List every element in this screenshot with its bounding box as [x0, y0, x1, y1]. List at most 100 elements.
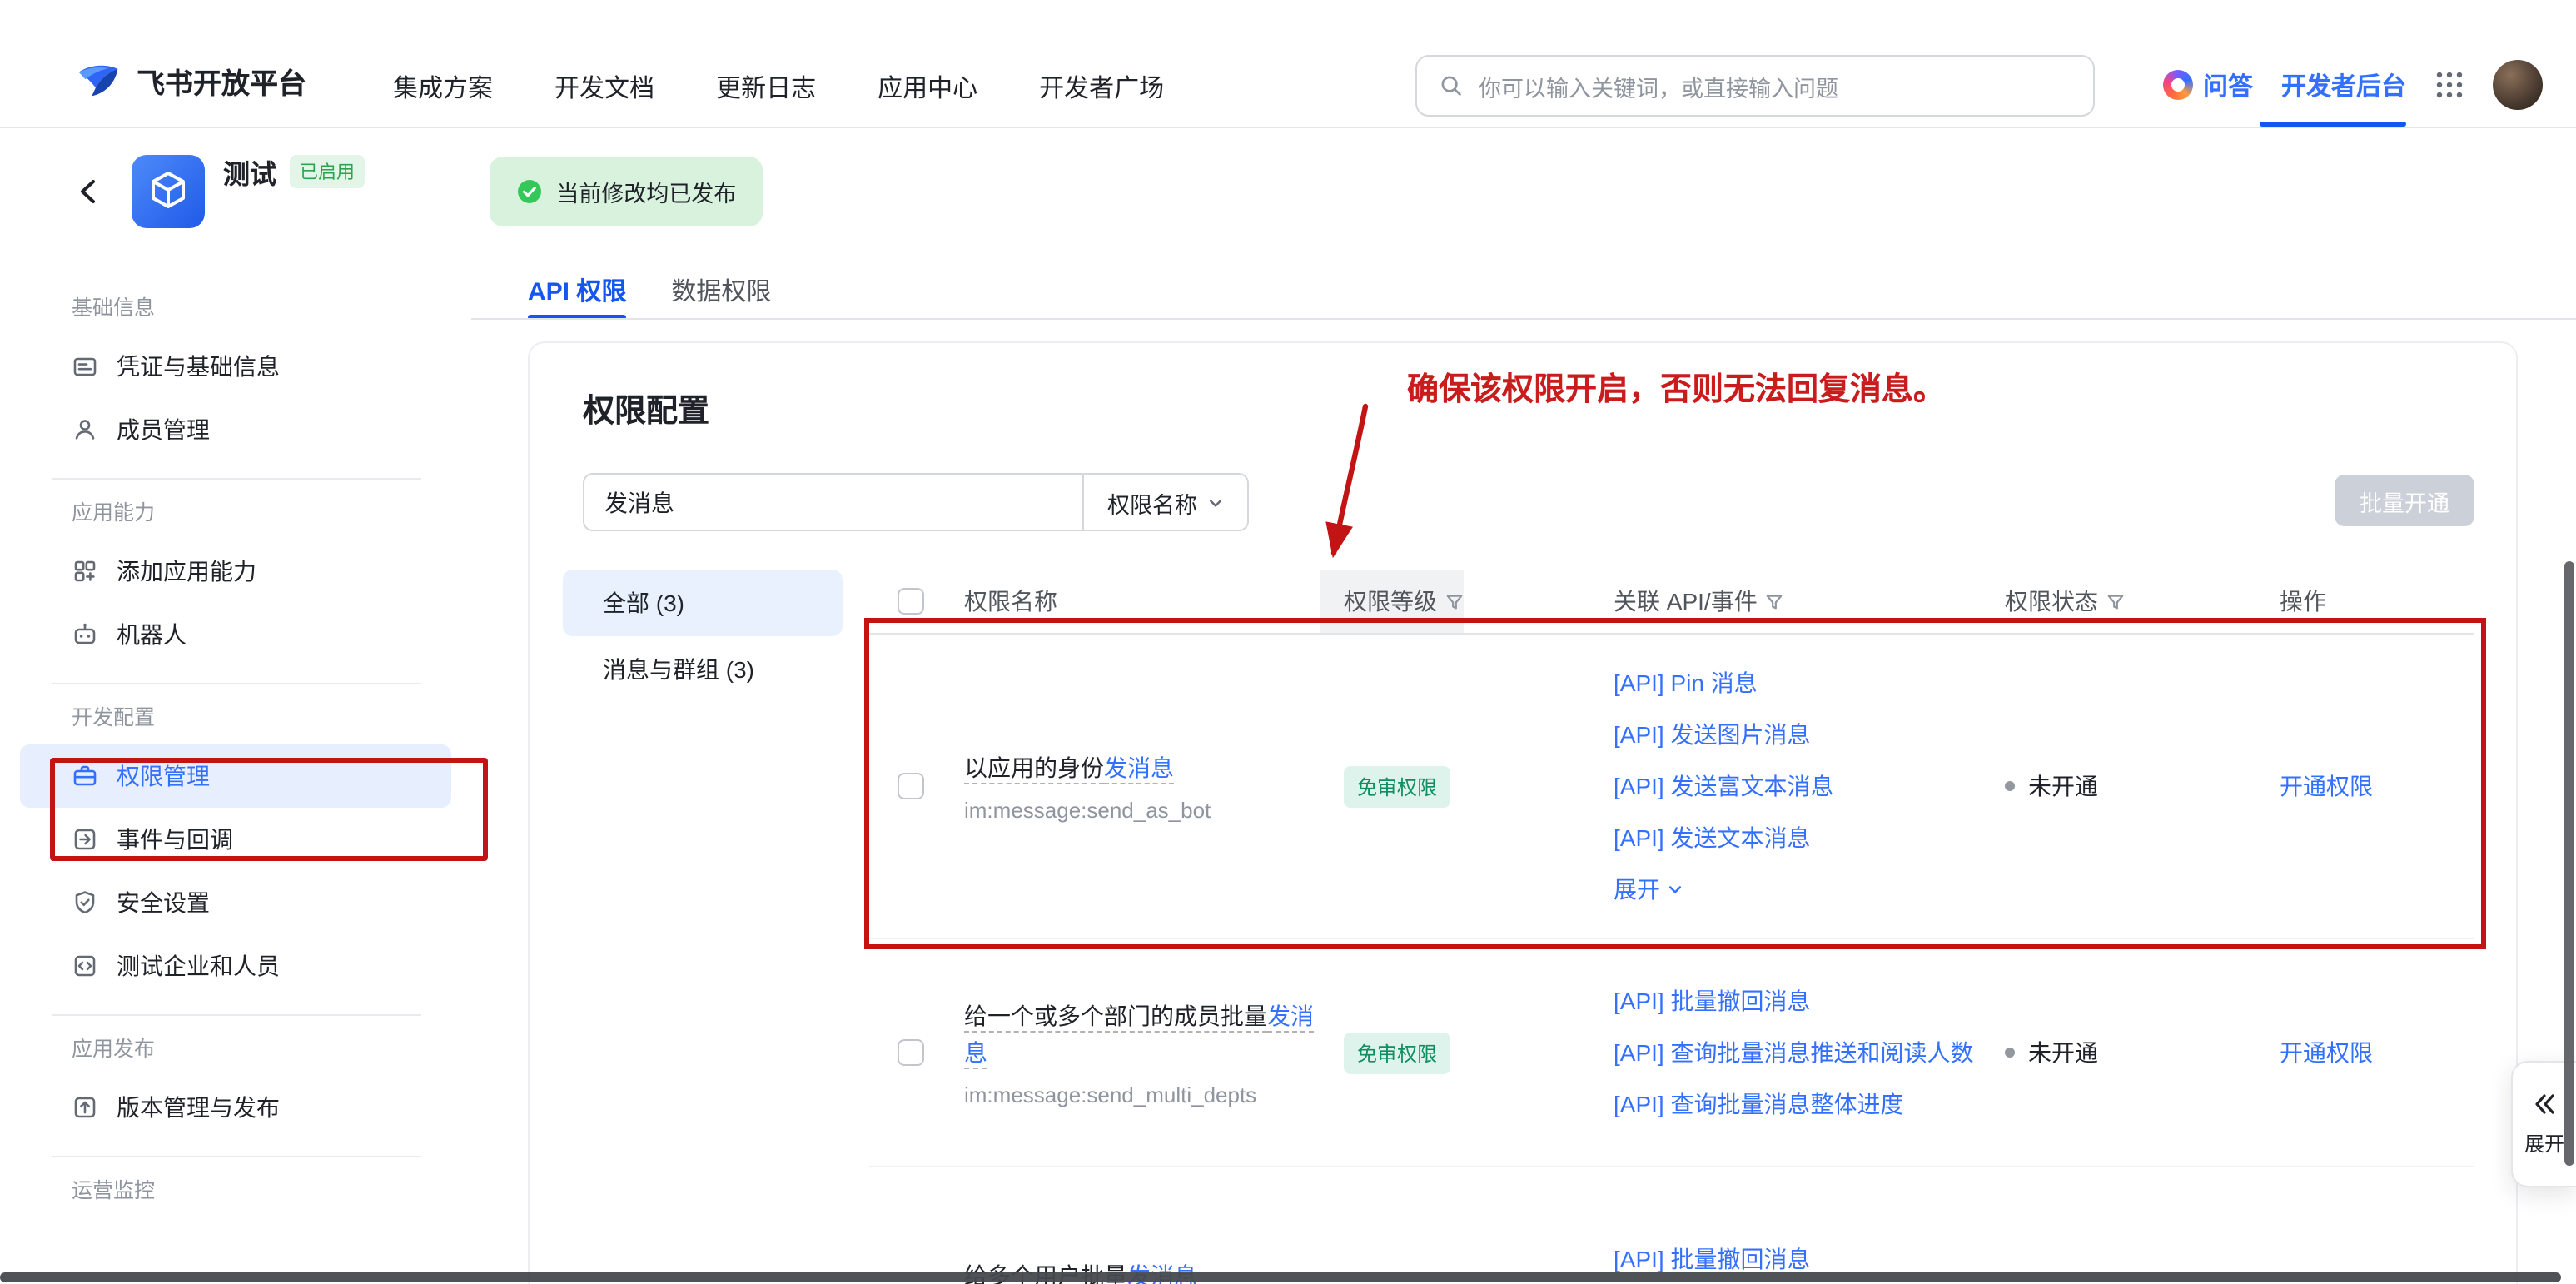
sidebar-item-add-capability[interactable]: 添加应用能力 — [20, 540, 451, 603]
row-checkbox[interactable] — [898, 773, 924, 799]
console-link[interactable]: 开发者后台 — [2281, 67, 2406, 102]
sidebar-item-permission[interactable]: 权限管理 — [20, 744, 451, 808]
row-checkbox-cell — [869, 773, 964, 799]
feishu-logo-icon — [75, 57, 122, 103]
sidebar-item-security[interactable]: 安全设置 — [20, 871, 451, 934]
nav-item-app-center[interactable]: 应用中心 — [878, 70, 977, 105]
sidebar-item-label: 凭证与基础信息 — [117, 350, 280, 383]
apps-grid-icon[interactable] — [2434, 70, 2464, 100]
status-dot — [2005, 1048, 2015, 1058]
sidebar-item-version[interactable]: 版本管理与发布 — [20, 1076, 451, 1139]
check-circle-icon — [516, 177, 543, 204]
col-header-related-api: 关联 API/事件 — [1614, 570, 2005, 633]
sidebar-item-events[interactable]: 事件与回调 — [20, 808, 451, 871]
action-cell: 开通权限 — [2280, 1036, 2474, 1069]
qa-icon — [2163, 70, 2193, 100]
filter-icon[interactable] — [2106, 592, 2125, 610]
feishu-open-platform-console: 飞书开放平台 集成方案 开发文档 更新日志 应用中心 开发者广场 你可以输入关键… — [0, 0, 2576, 1284]
api-link[interactable]: [API] Pin 消息 — [1614, 664, 1758, 702]
tab-label: API 权限 — [528, 278, 626, 306]
status-text: 未开通 — [2028, 1036, 2098, 1069]
tab-api-permission[interactable]: API 权限 — [528, 273, 626, 308]
sidebar-item-label: 权限管理 — [117, 759, 210, 793]
credential-icon — [72, 353, 98, 380]
page-title: 权限配置 — [583, 386, 709, 431]
permission-code: im:message:send_multi_depts — [964, 1082, 1256, 1107]
sidebar-item-label: 机器人 — [117, 618, 186, 651]
search-field-select[interactable]: 权限名称 — [1082, 475, 1247, 530]
permission-search-input[interactable]: 发消息 — [584, 475, 1082, 530]
action-cell: 开通权限 — [2280, 769, 2474, 803]
user-avatar[interactable] — [2493, 60, 2543, 110]
sidebar-section-basic: 基础信息 — [72, 295, 471, 321]
tabs-divider — [471, 318, 2576, 320]
nav-item-dev-plaza[interactable]: 开发者广场 — [1039, 70, 1164, 105]
table-row: 以应用的身份发消息 im:message:send_as_bot 免审权限 [A… — [869, 635, 2474, 939]
horizontal-scrollbar-thumb[interactable] — [0, 1272, 2561, 1282]
batch-open-button[interactable]: 批量开通 — [2335, 475, 2474, 526]
category-message-group[interactable]: 消息与群组 (3) — [563, 636, 843, 703]
api-link[interactable]: [API] 发送富文本消息 — [1614, 767, 1833, 805]
back-button[interactable] — [75, 176, 102, 206]
api-link[interactable]: [API] 批量撤回消息 — [1614, 982, 1810, 1020]
related-api-cell: [API] Pin 消息 [API] 发送图片消息 [API] 发送富文本消息 … — [1614, 657, 2005, 915]
app-header: 测试 已启用 正式应用@环界云 当前修改均已发布 — [0, 127, 2576, 255]
permission-name-link[interactable]: 以应用的身份发消息 — [964, 749, 1174, 786]
publish-arrow-icon — [72, 1094, 98, 1121]
sidebar-item-label: 安全设置 — [117, 886, 210, 919]
security-shield-icon — [72, 889, 98, 916]
api-link[interactable]: [API] 发送图片消息 — [1614, 715, 1810, 754]
brand[interactable]: 飞书开放平台 — [75, 57, 306, 103]
qa-entry[interactable]: 问答 — [2163, 67, 2253, 102]
brand-name: 飞书开放平台 — [137, 59, 306, 101]
sidebar-item-bot[interactable]: 机器人 — [20, 603, 451, 666]
navbar-right: 问答 开发者后台 — [2163, 60, 2543, 110]
sidebar-section-dev-config: 开发配置 — [72, 704, 471, 731]
open-permission-link[interactable]: 开通权限 — [2280, 1036, 2373, 1069]
sidebar-item-members[interactable]: 成员管理 — [20, 398, 451, 461]
level-badge: 免审权限 — [1344, 1032, 1450, 1073]
double-chevron-left-icon — [2531, 1091, 2558, 1117]
permission-tabs: API 权限 数据权限 — [528, 263, 771, 318]
sidebar-item-credentials[interactable]: 凭证与基础信息 — [20, 335, 451, 398]
code-brackets-icon — [72, 953, 98, 979]
vertical-scrollbar-thumb[interactable] — [2564, 561, 2574, 1166]
select-all-checkbox[interactable] — [898, 588, 924, 615]
related-api-cell: [API] 批量撤回消息 [API] 查询批量消息推送和阅读人数 [API] 查… — [1614, 975, 2005, 1130]
filter-icon[interactable] — [1445, 592, 1464, 610]
sidebar-item-label: 版本管理与发布 — [117, 1091, 280, 1124]
sidebar-divider — [52, 478, 421, 480]
search-placeholder: 你可以输入关键词，或直接输入问题 — [1479, 69, 1838, 102]
app-icon — [132, 154, 205, 227]
api-link[interactable]: [API] 查询批量消息推送和阅读人数 — [1614, 1033, 1973, 1072]
expand-apis-link[interactable]: 展开 — [1614, 870, 1683, 908]
open-permission-link[interactable]: 开通权限 — [2280, 769, 2373, 803]
api-link[interactable]: [API] 查询批量消息整体进度 — [1614, 1085, 1903, 1123]
publish-banner-text: 当前修改均已发布 — [556, 174, 736, 207]
global-search-input[interactable]: 你可以输入关键词，或直接输入问题 — [1415, 55, 2095, 117]
select-all-cell — [869, 570, 964, 633]
qa-link[interactable]: 问答 — [2203, 67, 2253, 102]
nav-item-docs[interactable]: 开发文档 — [554, 70, 654, 105]
nav-item-changelog[interactable]: 更新日志 — [716, 70, 816, 105]
search-icon — [1439, 73, 1464, 98]
sidebar-section-monitor: 运营监控 — [72, 1177, 471, 1204]
permission-level-cell: 免审权限 — [1344, 765, 1614, 807]
sidebar-item-test-org[interactable]: 测试企业和人员 — [20, 934, 451, 998]
row-checkbox[interactable] — [898, 1039, 924, 1066]
permission-name-link[interactable]: 给一个或多个部门的成员批量发消息 — [964, 998, 1324, 1071]
nav-item-integration[interactable]: 集成方案 — [393, 70, 493, 105]
tab-data-permission[interactable]: 数据权限 — [671, 273, 771, 308]
search-field-label: 权限名称 — [1107, 485, 1197, 519]
category-all[interactable]: 全部 (3) — [563, 570, 843, 636]
permission-config-card: 权限配置 发消息 权限名称 批量开通 全部 (3) 消息与群组 (3) — [528, 341, 2518, 1284]
filter-icon[interactable] — [1766, 592, 1784, 610]
permission-level-cell: 免审权限 — [1344, 1032, 1614, 1073]
permission-name-cell: 给一个或多个部门的成员批量发消息 im:message:send_multi_d… — [964, 998, 1344, 1107]
api-link[interactable]: [API] 发送文本消息 — [1614, 819, 1810, 857]
sidebar-item-label: 事件与回调 — [117, 823, 233, 856]
permission-search: 发消息 权限名称 — [583, 473, 1249, 531]
members-icon — [72, 416, 98, 443]
permission-status-cell: 未开通 — [2005, 1036, 2280, 1069]
level-badge: 免审权限 — [1344, 765, 1450, 807]
